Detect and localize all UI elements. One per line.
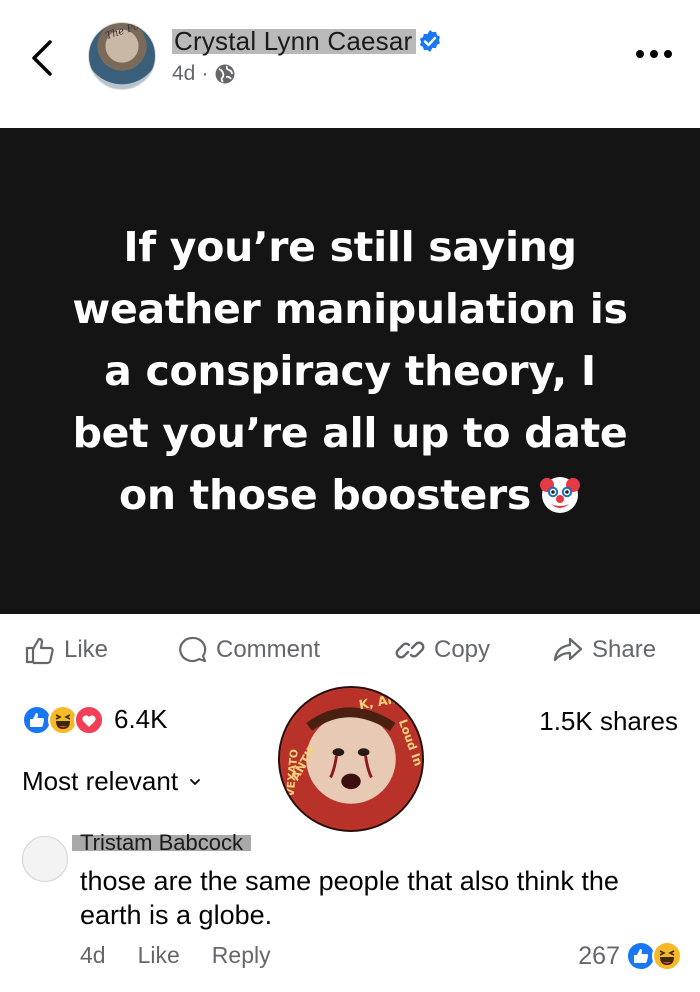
comment-reaction-count: 267 — [578, 941, 620, 970]
post-text-line: bet you’re all up to date — [72, 409, 628, 457]
post-text-line: If you’re still saying — [123, 223, 577, 271]
share-label: Share — [592, 636, 657, 663]
post-image[interactable]: If you’re still saying weather manipulat… — [0, 128, 700, 614]
globe-icon — [215, 64, 235, 84]
more-dot — [664, 50, 672, 58]
author-name[interactable]: Crystal Lynn Caesar — [172, 25, 417, 57]
post-text-line: weather manipulation is — [72, 285, 628, 333]
comment-like-button[interactable]: Like — [138, 942, 180, 969]
post-text-line: a conspiracy theory, I — [104, 347, 596, 395]
avatar-stamp-text: The Poll — [104, 22, 147, 43]
comment-label: Comment — [216, 636, 321, 663]
comment-reaction-icons — [626, 940, 686, 972]
haha-reaction-icon — [652, 941, 682, 971]
comment-button[interactable]: Comment — [176, 634, 320, 666]
thumbs-up-icon — [25, 637, 54, 665]
like-button[interactable]: Like — [24, 634, 108, 666]
comment-meta: 4d Like Reply — [80, 942, 271, 969]
meta-separator: · — [201, 62, 209, 85]
shares-count[interactable]: 1.5K shares — [539, 706, 678, 737]
commenter-name-row: Tristam Babcock — [72, 826, 252, 860]
love-reaction-icon — [74, 705, 104, 735]
link-icon — [395, 641, 425, 659]
post-header: The Poll Crystal Lynn Caesar 4d · — [0, 0, 700, 128]
more-dot — [650, 50, 658, 58]
circular-sticker-image: K, And ANTIF Loud In VEXATO — [278, 686, 424, 832]
comment-reply-button[interactable]: Reply — [212, 942, 271, 969]
more-options-icon[interactable] — [636, 44, 680, 64]
comment-sort-dropdown[interactable]: Most relevant — [22, 766, 202, 797]
clown-face-icon — [540, 477, 581, 513]
comment-reactions[interactable]: 267 — [578, 940, 686, 972]
comment-age[interactable]: 4d — [80, 942, 106, 969]
comment-bubble-icon — [179, 636, 207, 663]
chevron-down-icon — [190, 778, 200, 785]
author-name-row[interactable]: Crystal Lynn Caesar — [172, 25, 442, 57]
author-avatar[interactable]: The Poll — [88, 22, 156, 90]
share-arrow-icon — [553, 637, 583, 662]
like-label: Like — [64, 636, 109, 663]
post-text: If you’re still saying weather manipulat… — [30, 216, 670, 526]
verified-badge-icon — [420, 30, 441, 52]
sort-label: Most relevant — [22, 766, 179, 796]
reaction-count: 6.4K — [114, 703, 168, 734]
commenter-avatar[interactable] — [22, 836, 68, 882]
action-bar: Like Comment Copy Share — [0, 626, 700, 676]
post-meta: 4d · — [172, 62, 236, 86]
share-button[interactable]: Share — [552, 634, 656, 666]
comment-text: those are the same people that also thin… — [80, 866, 619, 930]
copy-button[interactable]: Copy — [394, 634, 490, 666]
back-arrow-icon[interactable] — [28, 38, 56, 78]
more-dot — [636, 50, 644, 58]
post-age[interactable]: 4d — [172, 62, 195, 86]
commenter-name[interactable]: Tristam Babcock — [72, 830, 252, 856]
copy-label: Copy — [434, 636, 491, 663]
post-text-last-line: on those boosters — [30, 464, 670, 526]
reaction-icons — [22, 702, 110, 736]
reactions-summary[interactable]: 6.4K — [22, 702, 168, 736]
post-text-line: on those boosters — [118, 471, 532, 519]
